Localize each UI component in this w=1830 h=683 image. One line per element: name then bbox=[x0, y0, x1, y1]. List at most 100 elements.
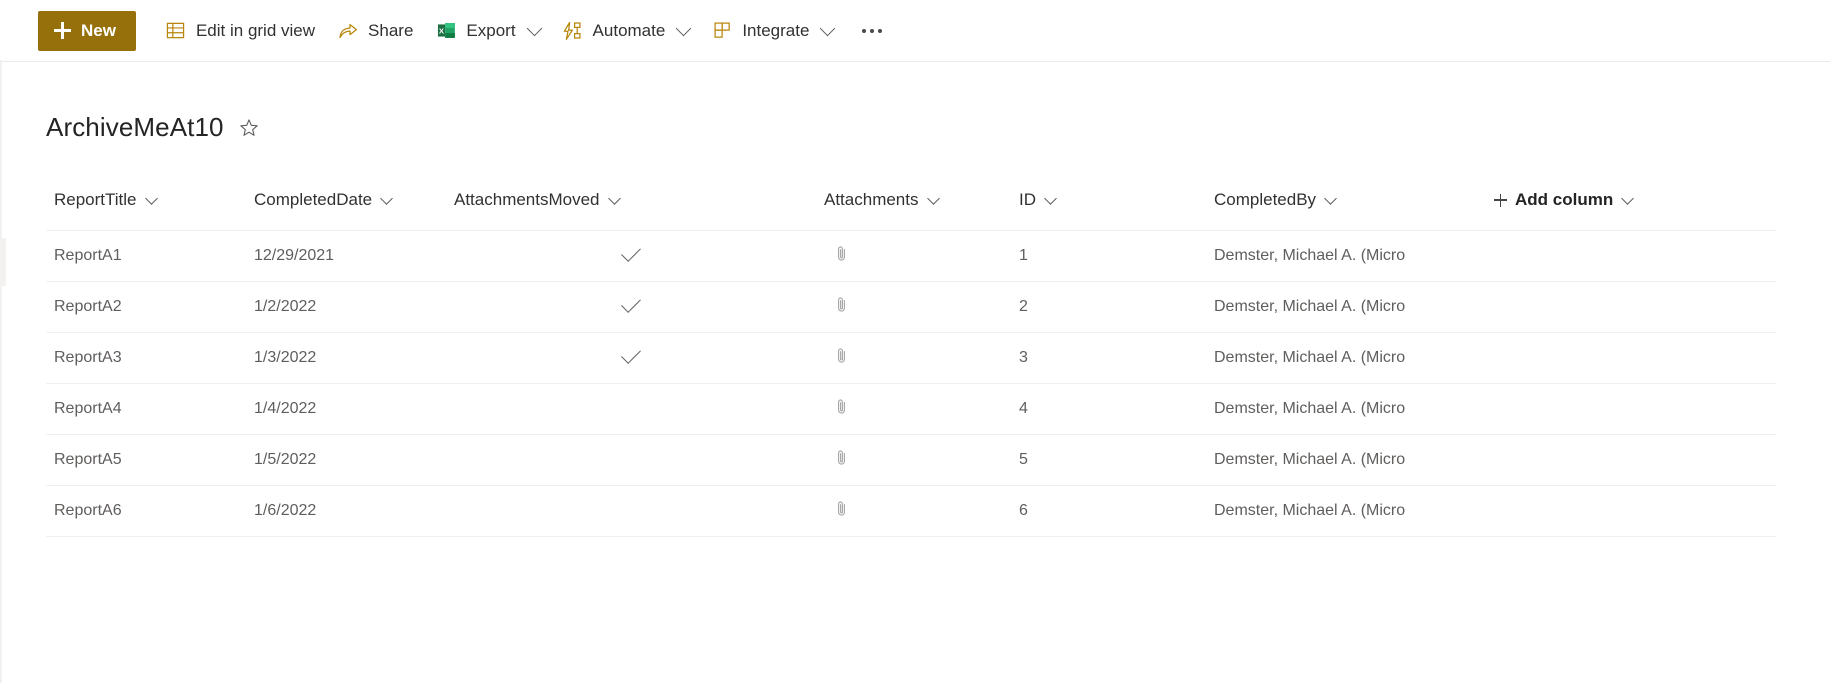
share-button[interactable]: Share bbox=[326, 10, 424, 52]
paperclip-icon bbox=[834, 296, 849, 318]
checkmark-icon bbox=[621, 242, 641, 262]
cell-completeddate[interactable]: 1/6/2022 bbox=[246, 485, 446, 537]
cell-id[interactable]: 3 bbox=[1011, 332, 1206, 384]
cell-text: ReportA5 bbox=[54, 451, 122, 468]
cell-id[interactable]: 6 bbox=[1011, 485, 1206, 537]
excel-icon: X bbox=[435, 20, 457, 42]
column-header-attachmentsmoved[interactable]: AttachmentsMoved bbox=[446, 186, 816, 231]
ellipsis-dot bbox=[870, 28, 875, 33]
sharepoint-list-page: New Edit in grid view Share X Export Aut… bbox=[0, 0, 1830, 683]
cell-completedby[interactable]: Demster, Michael A. (Micro bbox=[1206, 383, 1486, 435]
column-header-reporttitle[interactable]: ReportTitle bbox=[46, 186, 246, 231]
cell-empty bbox=[1486, 485, 1776, 537]
cell-attachments[interactable] bbox=[816, 434, 1011, 486]
export-label: Export bbox=[466, 21, 516, 40]
cell-empty bbox=[1486, 332, 1776, 384]
cell-reporttitle[interactable]: ReportA5 bbox=[46, 434, 246, 486]
chevron-down-icon bbox=[1044, 191, 1057, 205]
column-header-label: CompletedDate bbox=[254, 190, 373, 209]
cell-completeddate[interactable]: 1/3/2022 bbox=[246, 332, 446, 384]
add-column-label: Add column bbox=[1515, 190, 1614, 209]
cell-id[interactable]: 5 bbox=[1011, 434, 1206, 486]
add-column-button[interactable]: Add column bbox=[1486, 186, 1776, 231]
cell-completeddate[interactable]: 1/4/2022 bbox=[246, 383, 446, 435]
table-header-row: ReportTitle CompletedDate AttachmentsMov… bbox=[46, 186, 1776, 231]
cell-empty bbox=[1486, 281, 1776, 333]
edit-in-grid-view-button[interactable]: Edit in grid view bbox=[154, 10, 326, 52]
table-row[interactable]: ReportA3 1/3/2022 3 Demster, Michael A. (Mi… bbox=[46, 332, 1776, 384]
cell-id[interactable]: 1 bbox=[1011, 230, 1206, 282]
column-header-attachments[interactable]: Attachments bbox=[816, 186, 1011, 231]
column-header-label: Attachments bbox=[824, 190, 919, 209]
table-row[interactable]: ReportA5 1/5/2022 5 Demster, Michael A. (Mi… bbox=[46, 434, 1776, 486]
svg-text:X: X bbox=[439, 27, 445, 36]
cell-attachments[interactable] bbox=[816, 230, 1011, 282]
cell-reporttitle[interactable]: ReportA6 bbox=[46, 485, 246, 537]
table-row[interactable]: ReportA4 1/4/2022 4 Demster, Michael A. (Mi… bbox=[46, 383, 1776, 435]
integrate-icon bbox=[711, 20, 733, 42]
new-button[interactable]: New bbox=[38, 10, 136, 51]
cell-completedby[interactable]: Demster, Michael A. (Micro bbox=[1206, 230, 1486, 282]
cell-completeddate[interactable]: 1/2/2022 bbox=[246, 281, 446, 333]
list-table: ReportTitle CompletedDate AttachmentsMov… bbox=[46, 186, 1776, 537]
cell-text: Demster, Michael A. (Micro bbox=[1214, 502, 1406, 519]
cell-completeddate[interactable]: 1/5/2022 bbox=[246, 434, 446, 486]
left-rail-divider bbox=[0, 60, 2, 683]
cell-text: 1/3/2022 bbox=[254, 349, 317, 366]
cell-completedby[interactable]: Demster, Michael A. (Micro bbox=[1206, 281, 1486, 333]
cell-attachmentsmoved[interactable] bbox=[446, 332, 816, 384]
cell-text: Demster, Michael A. (Micro bbox=[1214, 400, 1406, 417]
cell-completeddate[interactable]: 12/29/2021 bbox=[246, 230, 446, 282]
cell-attachments[interactable] bbox=[816, 485, 1011, 537]
chevron-down-icon bbox=[1324, 191, 1337, 205]
star-outline-icon[interactable] bbox=[238, 117, 260, 139]
export-button[interactable]: X Export bbox=[424, 10, 550, 52]
cell-text: 2 bbox=[1019, 298, 1028, 315]
integrate-button[interactable]: Integrate bbox=[700, 10, 844, 52]
cell-id[interactable]: 2 bbox=[1011, 281, 1206, 333]
cell-reporttitle[interactable]: ReportA2 bbox=[46, 281, 246, 333]
cell-text: ReportA1 bbox=[54, 247, 122, 264]
cell-attachments[interactable] bbox=[816, 383, 1011, 435]
column-header-label: AttachmentsMoved bbox=[454, 190, 600, 209]
cell-attachmentsmoved[interactable] bbox=[446, 485, 816, 537]
cell-attachmentsmoved[interactable] bbox=[446, 434, 816, 486]
share-icon bbox=[337, 20, 359, 42]
cell-attachments[interactable] bbox=[816, 281, 1011, 333]
cell-text: Demster, Michael A. (Micro bbox=[1214, 298, 1406, 315]
edit-in-grid-view-label: Edit in grid view bbox=[195, 21, 316, 40]
table-row[interactable]: ReportA2 1/2/2022 2 Demster, Michael A. (Mi… bbox=[46, 281, 1776, 333]
cell-attachments[interactable] bbox=[816, 332, 1011, 384]
automate-button[interactable]: Automate bbox=[551, 10, 701, 52]
list-table-container: ReportTitle CompletedDate AttachmentsMov… bbox=[46, 186, 1830, 537]
cell-completedby[interactable]: Demster, Michael A. (Micro bbox=[1206, 332, 1486, 384]
cell-empty bbox=[1486, 434, 1776, 486]
chevron-down-icon bbox=[926, 191, 940, 205]
cell-reporttitle[interactable]: ReportA4 bbox=[46, 383, 246, 435]
cell-reporttitle[interactable]: ReportA1 bbox=[46, 230, 246, 282]
table-row[interactable]: ReportA1 12/29/2021 1 Demster, Michael A. (… bbox=[46, 230, 1776, 282]
cell-reporttitle[interactable]: ReportA3 bbox=[46, 332, 246, 384]
ellipsis-dot bbox=[878, 28, 883, 33]
column-header-completeddate[interactable]: CompletedDate bbox=[246, 186, 446, 231]
cell-completedby[interactable]: Demster, Michael A. (Micro bbox=[1206, 434, 1486, 486]
cell-id[interactable]: 4 bbox=[1011, 383, 1206, 435]
cell-text: 1 bbox=[1019, 247, 1028, 264]
cell-completedby[interactable]: Demster, Michael A. (Micro bbox=[1206, 485, 1486, 537]
cell-text: 1/5/2022 bbox=[254, 451, 317, 468]
cell-text: ReportA4 bbox=[54, 400, 122, 417]
chevron-down-icon bbox=[380, 191, 393, 205]
table-row[interactable]: ReportA6 1/6/2022 6 Demster, Michael A. (Mi… bbox=[46, 485, 1776, 537]
paperclip-icon bbox=[834, 449, 849, 471]
cell-attachmentsmoved[interactable] bbox=[446, 383, 816, 435]
cell-attachmentsmoved[interactable] bbox=[446, 230, 816, 282]
chevron-down-icon bbox=[144, 191, 158, 205]
column-header-completedby[interactable]: CompletedBy bbox=[1206, 186, 1486, 231]
cell-text: 1/4/2022 bbox=[254, 400, 317, 417]
cell-text: 3 bbox=[1019, 349, 1028, 366]
chevron-down-icon bbox=[820, 20, 836, 36]
more-options-button[interactable] bbox=[850, 10, 894, 52]
column-header-id[interactable]: ID bbox=[1011, 186, 1206, 231]
cell-attachmentsmoved[interactable] bbox=[446, 281, 816, 333]
chevron-down-icon bbox=[526, 20, 542, 36]
